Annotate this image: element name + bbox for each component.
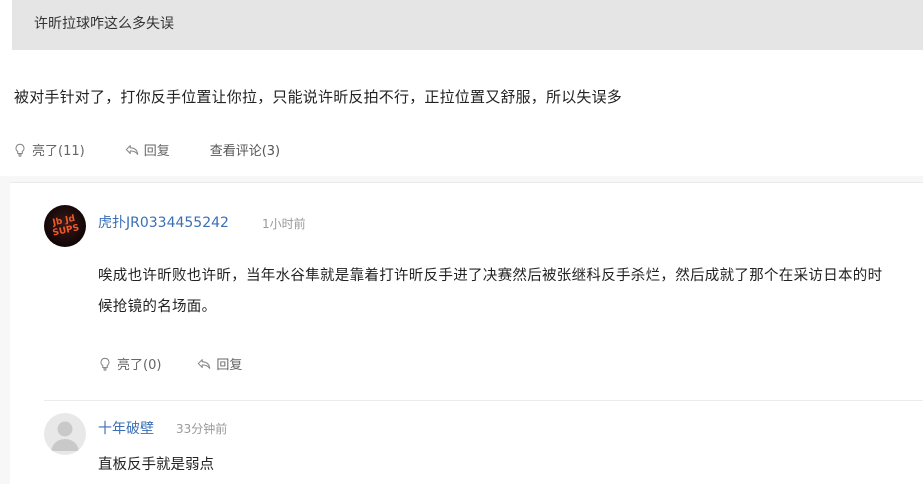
reply-arrow-icon <box>198 358 211 369</box>
reply-label: 回复 <box>143 144 170 159</box>
reply-text: 唉成也许昕败也许昕，当年水谷隼就是靠着打许昕反手进了决赛然后被张继科反手杀烂，然… <box>98 268 883 315</box>
reply-timestamp: 1小时前 <box>262 217 306 231</box>
reply-text: 直板反手就是弱点 <box>98 457 214 473</box>
reply-label: 回复 <box>216 358 243 373</box>
like-button[interactable]: 亮了(11) <box>13 140 85 159</box>
view-comments-label: 查看评论(3) <box>209 144 281 159</box>
reply-divider <box>44 400 923 401</box>
replies-panel: Jb Jd SUPS 虎扑JR0334455242 1小时前 唉成也许昕败也许昕，… <box>0 176 923 485</box>
like-label: 亮了(11) <box>32 144 85 159</box>
reply-actions: 亮了(0) 回复 <box>98 354 278 373</box>
replies-list: Jb Jd SUPS 虎扑JR0334455242 1小时前 唉成也许昕败也许昕，… <box>10 182 923 485</box>
main-comment-text: 被对手针对了，打你反手位置让你拉，只能说许昕反拍不行，正拉位置又舒服，所以失误多 <box>14 88 623 106</box>
quoted-post-box: 许昕拉球咋这么多失误 <box>12 0 923 50</box>
reply-username[interactable]: 虎扑JR0334455242 <box>98 212 229 232</box>
avatar-logo-icon[interactable]: Jb Jd SUPS <box>44 205 86 247</box>
view-comments-button[interactable]: 查看评论(3) <box>210 140 280 159</box>
lightbulb-icon <box>15 143 25 157</box>
reply-timestamp: 33分钟前 <box>176 422 228 436</box>
reply-arrow-icon <box>125 144 138 155</box>
lightbulb-icon <box>100 357 110 371</box>
like-label: 亮了(0) <box>117 358 162 373</box>
reply-username[interactable]: 十年破壁 <box>98 418 154 438</box>
main-comment-actions: 亮了(11) 回复 查看评论(3) <box>13 140 320 159</box>
default-user-icon[interactable] <box>44 413 86 455</box>
reply-button[interactable]: 回复 <box>197 354 242 373</box>
like-button[interactable]: 亮了(0) <box>98 354 161 373</box>
quoted-post-text: 许昕拉球咋这么多失误 <box>34 16 174 32</box>
reply-button[interactable]: 回复 <box>125 140 170 159</box>
